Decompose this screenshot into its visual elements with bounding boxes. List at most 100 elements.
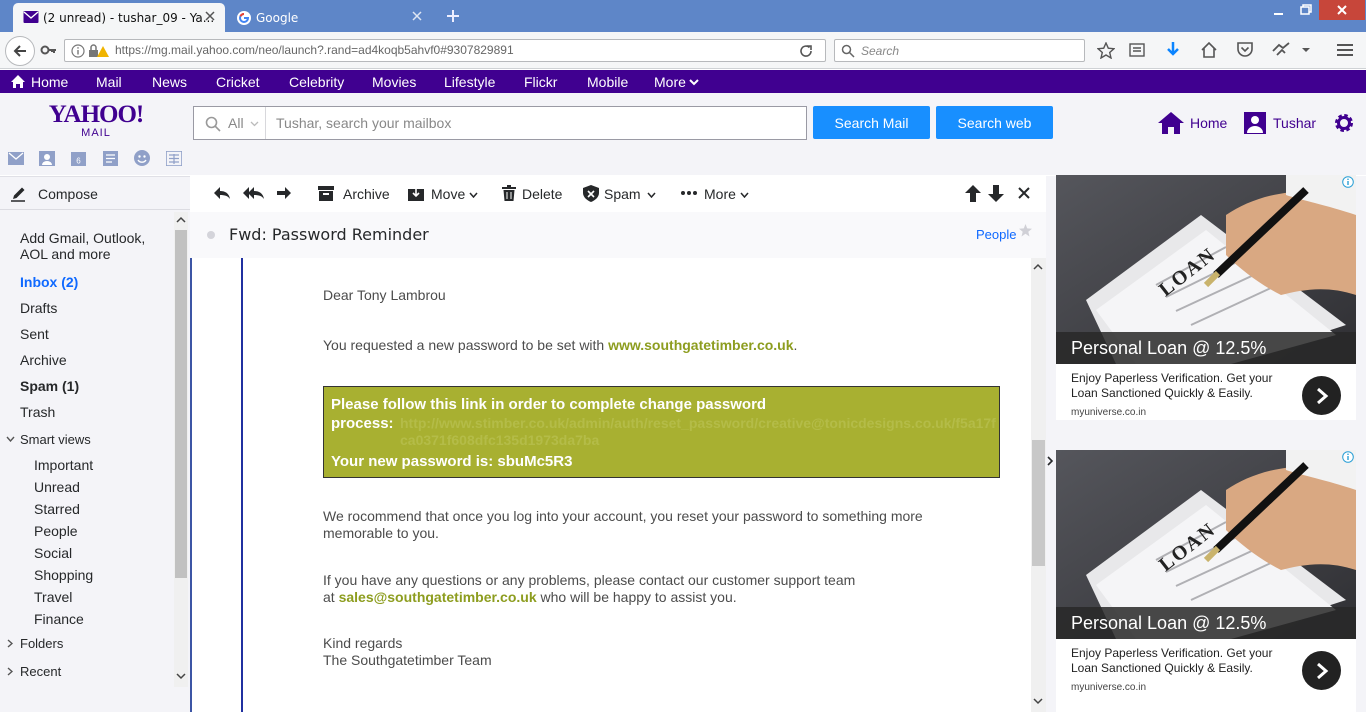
reply-all-icon[interactable] <box>243 185 265 201</box>
delete-button[interactable]: Delete <box>522 186 562 202</box>
chevron-down-icon[interactable] <box>6 436 15 442</box>
archive-icon[interactable] <box>318 186 334 201</box>
spam-button[interactable]: Spam <box>604 186 641 202</box>
yahoo-nav-mail[interactable]: Mail <box>96 74 122 90</box>
user-avatar-icon[interactable] <box>1244 112 1266 134</box>
sidebar-scrollbar[interactable] <box>174 212 188 687</box>
ad-arrow-button[interactable] <box>1302 651 1341 690</box>
ad-card[interactable]: LOAN Personal Loan @ 12.5% Enjoy Paperle… <box>1056 175 1356 420</box>
address-bar[interactable]: https://mg.mail.yahoo.com/neo/launch?.ra… <box>64 39 826 62</box>
bookmark-star-icon[interactable] <box>1097 42 1115 59</box>
read-status-dot[interactable] <box>207 231 215 239</box>
download-icon[interactable] <box>1165 41 1181 59</box>
reload-icon[interactable] <box>798 43 814 59</box>
close-icon[interactable] <box>1017 186 1031 200</box>
messenger-app-icon[interactable] <box>134 150 150 166</box>
yahoo-nav-celebrity[interactable]: Celebrity <box>289 74 344 90</box>
chevron-down-icon[interactable] <box>1033 698 1043 705</box>
close-tab-icon[interactable] <box>203 9 217 23</box>
mailbox-search-input[interactable]: Tushar, search your mailbox <box>276 115 451 131</box>
add-accounts-link[interactable]: Add Gmail, Outlook, AOL and more <box>20 230 160 262</box>
yahoo-nav-movies[interactable]: Movies <box>372 74 416 90</box>
smart-views-toggle[interactable]: Smart views <box>20 432 91 447</box>
newsfeed-app-icon[interactable] <box>166 151 182 166</box>
ad-info-icon[interactable] <box>1342 176 1354 188</box>
ad-info-icon[interactable] <box>1342 451 1354 463</box>
sidebar-item-archive[interactable]: Archive <box>20 352 67 368</box>
smart-view-social[interactable]: Social <box>34 545 72 561</box>
yahoo-nav-cricket[interactable]: Cricket <box>216 74 260 90</box>
browser-search-input[interactable]: Search <box>834 39 1085 62</box>
reset-link-text[interactable]: http://www.stimber.co.uk/admin/auth/rese… <box>400 415 996 448</box>
star-icon[interactable] <box>1019 224 1032 237</box>
scrollbar-thumb[interactable] <box>175 230 187 578</box>
back-button[interactable] <box>5 36 35 66</box>
people-link[interactable]: People <box>976 227 1016 242</box>
archive-button[interactable]: Archive <box>343 186 390 202</box>
sidebar-item-spam[interactable]: Spam (1) <box>20 378 79 394</box>
ad-title[interactable]: Personal Loan @ 12.5% <box>1056 332 1356 364</box>
restore-icon[interactable] <box>1293 2 1317 18</box>
more-button[interactable]: More <box>704 186 736 202</box>
lock-warning-icon[interactable] <box>88 43 110 59</box>
chevron-right-icon[interactable] <box>1046 456 1054 466</box>
support-email-link[interactable]: sales@southgatetimber.co.uk <box>339 589 537 605</box>
smart-view-important[interactable]: Important <box>34 457 93 473</box>
extension-icon[interactable] <box>1271 41 1291 58</box>
reply-icon[interactable] <box>212 185 232 201</box>
menu-icon[interactable] <box>1336 42 1354 58</box>
smart-view-people[interactable]: People <box>34 523 78 539</box>
site-link[interactable]: www.southgatetimber.co.uk <box>608 337 793 353</box>
more-dots-icon[interactable] <box>681 191 697 195</box>
ad-card[interactable]: LOAN Personal Loan @ 12.5% Enjoy Paperle… <box>1056 450 1356 700</box>
sidebar-item-drafts[interactable]: Drafts <box>20 300 57 316</box>
sidebar-item-sent[interactable]: Sent <box>20 326 49 342</box>
smart-view-travel[interactable]: Travel <box>34 589 72 605</box>
move-icon[interactable] <box>408 186 424 201</box>
move-button[interactable]: Move <box>431 186 465 202</box>
close-tab-icon[interactable] <box>410 9 424 23</box>
key-icon[interactable] <box>40 42 58 58</box>
mail-app-icon[interactable] <box>8 152 24 165</box>
next-message-icon[interactable] <box>988 185 1004 202</box>
yahoo-nav-mobile[interactable]: Mobile <box>587 74 628 90</box>
message-scrollbar[interactable] <box>1031 258 1046 712</box>
sidebar-item-trash[interactable]: Trash <box>20 404 55 420</box>
chevron-up-icon[interactable] <box>1033 263 1043 270</box>
previous-message-icon[interactable] <box>965 185 981 202</box>
search-scope-dropdown[interactable]: All <box>228 115 244 131</box>
new-tab-icon[interactable] <box>444 7 462 25</box>
chevron-right-icon[interactable] <box>7 667 13 676</box>
home-icon[interactable] <box>1200 41 1218 58</box>
yahoo-mail-logo[interactable]: YAHOO! MAIL <box>48 102 144 139</box>
notepad-app-icon[interactable] <box>103 151 118 166</box>
yahoo-nav-flickr[interactable]: Flickr <box>524 74 557 90</box>
chevron-down-icon[interactable] <box>176 673 186 680</box>
close-window-button[interactable] <box>1319 0 1365 20</box>
smart-view-shopping[interactable]: Shopping <box>34 567 93 583</box>
ad-arrow-button[interactable] <box>1302 376 1341 415</box>
yahoo-nav-more[interactable]: More <box>654 74 686 90</box>
smart-view-finance[interactable]: Finance <box>34 611 84 627</box>
pocket-icon[interactable] <box>1236 41 1254 58</box>
search-mail-button[interactable]: Search Mail <box>813 106 930 139</box>
gear-icon[interactable] <box>1333 112 1355 134</box>
reading-list-icon[interactable] <box>1129 42 1145 58</box>
tab-google[interactable]: Google <box>226 3 432 32</box>
spam-shield-icon[interactable] <box>583 185 599 202</box>
yahoo-nav-home[interactable]: Home <box>31 74 68 90</box>
recent-toggle[interactable]: Recent <box>20 664 61 679</box>
chevron-right-icon[interactable] <box>7 639 13 648</box>
user-name[interactable]: Tushar <box>1273 115 1316 131</box>
scrollbar-thumb[interactable] <box>1032 440 1045 566</box>
home-icon[interactable] <box>1157 111 1185 135</box>
yahoo-nav-news[interactable]: News <box>152 74 187 90</box>
chevron-down-icon[interactable] <box>1300 46 1312 54</box>
yahoo-nav-lifestyle[interactable]: Lifestyle <box>444 74 495 90</box>
calendar-app-icon[interactable]: 6 <box>71 151 86 166</box>
info-icon[interactable] <box>71 44 85 58</box>
chevron-up-icon[interactable] <box>176 216 186 223</box>
sidebar-item-inbox[interactable]: Inbox (2) <box>20 274 78 290</box>
tab-yahoo-mail[interactable]: (2 unread) - tushar_09 - Ya... <box>13 3 225 32</box>
ad-title[interactable]: Personal Loan @ 12.5% <box>1056 607 1356 639</box>
